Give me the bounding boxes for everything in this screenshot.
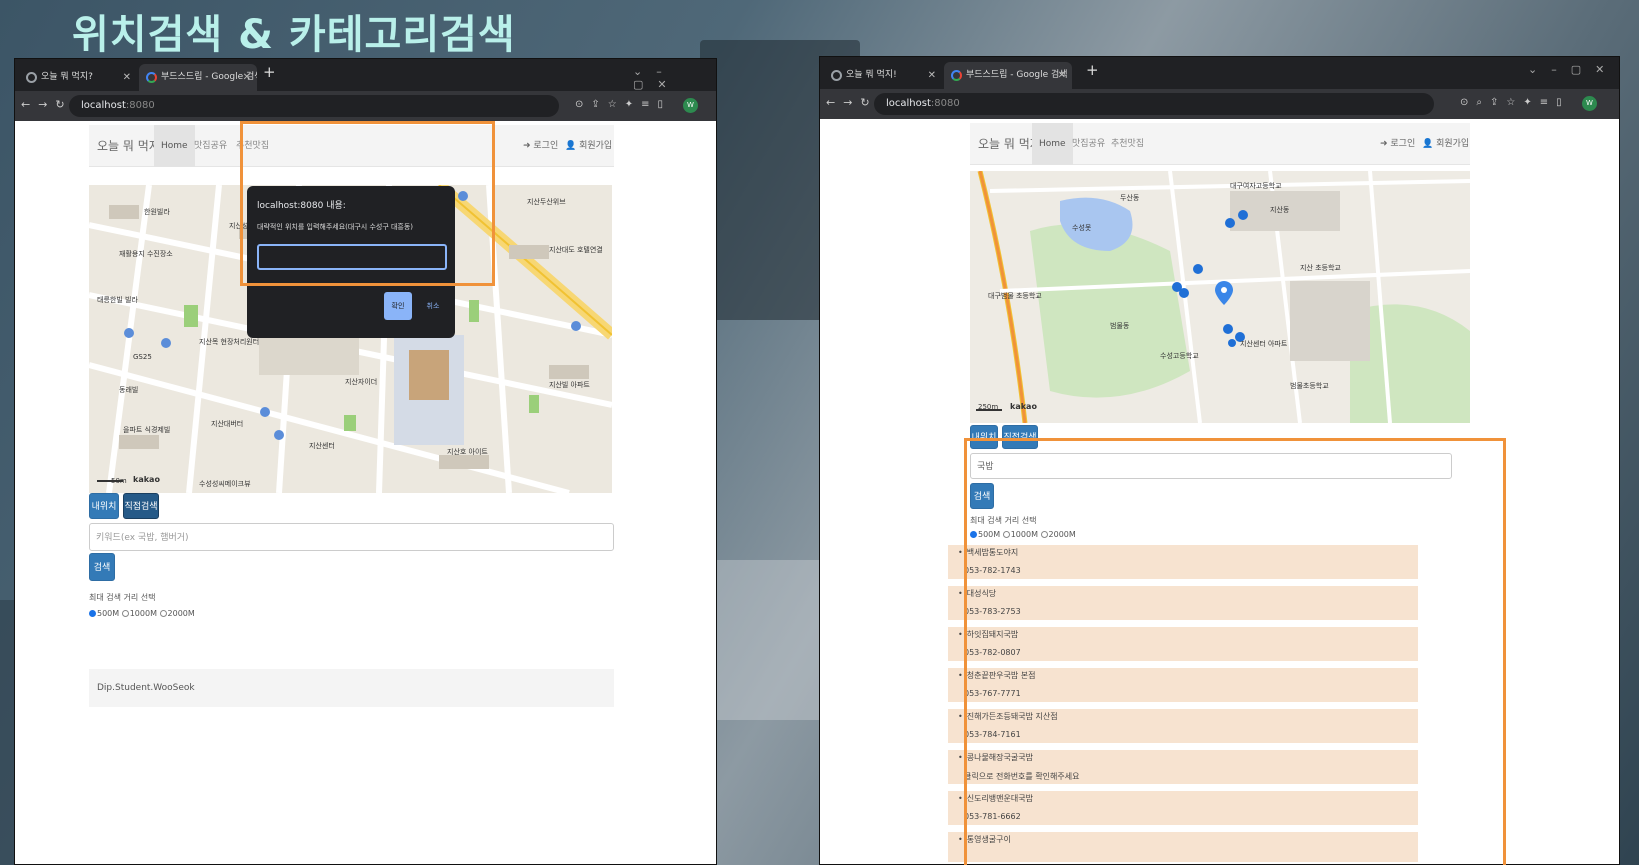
nav-recommend[interactable]: 추천맛집 [1104, 123, 1151, 165]
dialog-ok-button[interactable]: 확인 [384, 292, 412, 320]
signup-link[interactable]: 👤 회원가입 [565, 138, 612, 151]
login-link[interactable]: ➜ 로그인 [523, 138, 558, 151]
login-link[interactable]: ➜ 로그인 [1380, 136, 1415, 149]
highlight-results [964, 438, 1506, 865]
url-field[interactable]: localhost:8080 [69, 95, 559, 117]
dialog-cancel-button[interactable]: 취소 [419, 292, 447, 320]
url-field[interactable]: localhost:8080 [874, 93, 1434, 115]
profile-avatar[interactable]: W [1582, 96, 1597, 111]
new-tab-button[interactable]: + [263, 63, 276, 81]
window-controls[interactable]: ⌄–▢✕ [633, 65, 716, 91]
search-button[interactable]: 검색 [89, 553, 115, 581]
tab-bar: 오늘 뭐 먹지! ✕ 부드스드립 - Google 검색 ✕ + ⌄–▢✕ [820, 57, 1619, 89]
highlight-dialog [240, 121, 495, 286]
nav-arrows-icon[interactable]: ←→↻ [826, 96, 878, 109]
direct-search-button[interactable]: 직접검색 [123, 493, 159, 519]
signup-link[interactable]: 👤 회원가입 [1422, 136, 1469, 149]
site-navbar: 오늘 뭐 먹지? Home 맛집공유 추천맛집 ➜ 로그인 👤 회원가입 [970, 123, 1470, 165]
browser-tab-active[interactable]: 부드스드립 - Google 검색 ✕ [139, 64, 257, 91]
tab-label: 오늘 뭐 먹지! [846, 70, 897, 80]
my-location-button[interactable]: 내위치 [89, 493, 119, 519]
distance-label: 최대 검색 거리 선택 [89, 593, 156, 602]
close-icon[interactable]: ✕ [123, 64, 131, 91]
window-controls[interactable]: ⌄–▢✕ [1528, 63, 1618, 76]
browser-tab[interactable]: 오늘 뭐 먹지! ✕ [824, 62, 942, 89]
toolbar-icons[interactable]: ⊙⌕⇪☆✦≡▯ [1460, 97, 1570, 108]
map-scale: 250m [978, 403, 999, 411]
address-bar: ←→↻ localhost:8080 ⊙⇪☆✦≡▯ W [15, 91, 716, 121]
site-footer: Dip.Student.WooSeok [89, 669, 614, 707]
profile-avatar[interactable]: W [683, 98, 698, 113]
browser-tab[interactable]: 오늘 뭐 먹지? ✕ [19, 64, 137, 91]
toolbar-icons[interactable]: ⊙⇪☆✦≡▯ [575, 99, 671, 110]
keyword-search-input[interactable]: 키워드(ex 국밥, 햄버거) [89, 523, 614, 551]
kakao-map[interactable]: 수성못 대구여자고등학교 지산동 지산 초등학교 범물동 두산동 지산센터 아파… [970, 171, 1470, 423]
tab-label: 부드스드립 - Google 검색 [966, 70, 1068, 80]
map-scale: 50m [111, 477, 127, 485]
distance-radio-group[interactable]: 500M 1000M 2000M [89, 609, 195, 618]
kakao-logo: kakao [133, 475, 160, 484]
kakao-logo: kakao [1010, 402, 1037, 411]
radio-2000[interactable] [159, 610, 167, 617]
tab-label: 오늘 뭐 먹지? [41, 72, 93, 82]
tab-bar: 오늘 뭐 먹지? ✕ 부드스드립 - Google 검색 ✕ + ⌄–▢✕ [15, 59, 716, 91]
close-icon[interactable]: ✕ [1058, 62, 1066, 89]
radio-1000[interactable] [121, 610, 129, 617]
browser-tab-active[interactable]: 부드스드립 - Google 검색 ✕ [944, 62, 1072, 89]
google-icon [146, 72, 157, 83]
nav-arrows-icon[interactable]: ←→↻ [21, 98, 73, 111]
map-tiles [970, 171, 1470, 423]
address-bar: ←→↻ localhost:8080 ⊙⌕⇪☆✦≡▯ W [820, 89, 1619, 119]
nav-share[interactable]: 맛집공유 [187, 125, 234, 167]
radio-500[interactable] [89, 610, 96, 617]
new-tab-button[interactable]: + [1086, 61, 1099, 79]
slide-title: 위치검색 & 카테고리검색 [72, 12, 516, 58]
google-icon [951, 70, 962, 81]
close-icon[interactable]: ✕ [928, 62, 936, 89]
globe-icon [831, 70, 842, 81]
globe-icon [26, 72, 37, 83]
close-icon[interactable]: ✕ [243, 64, 251, 91]
